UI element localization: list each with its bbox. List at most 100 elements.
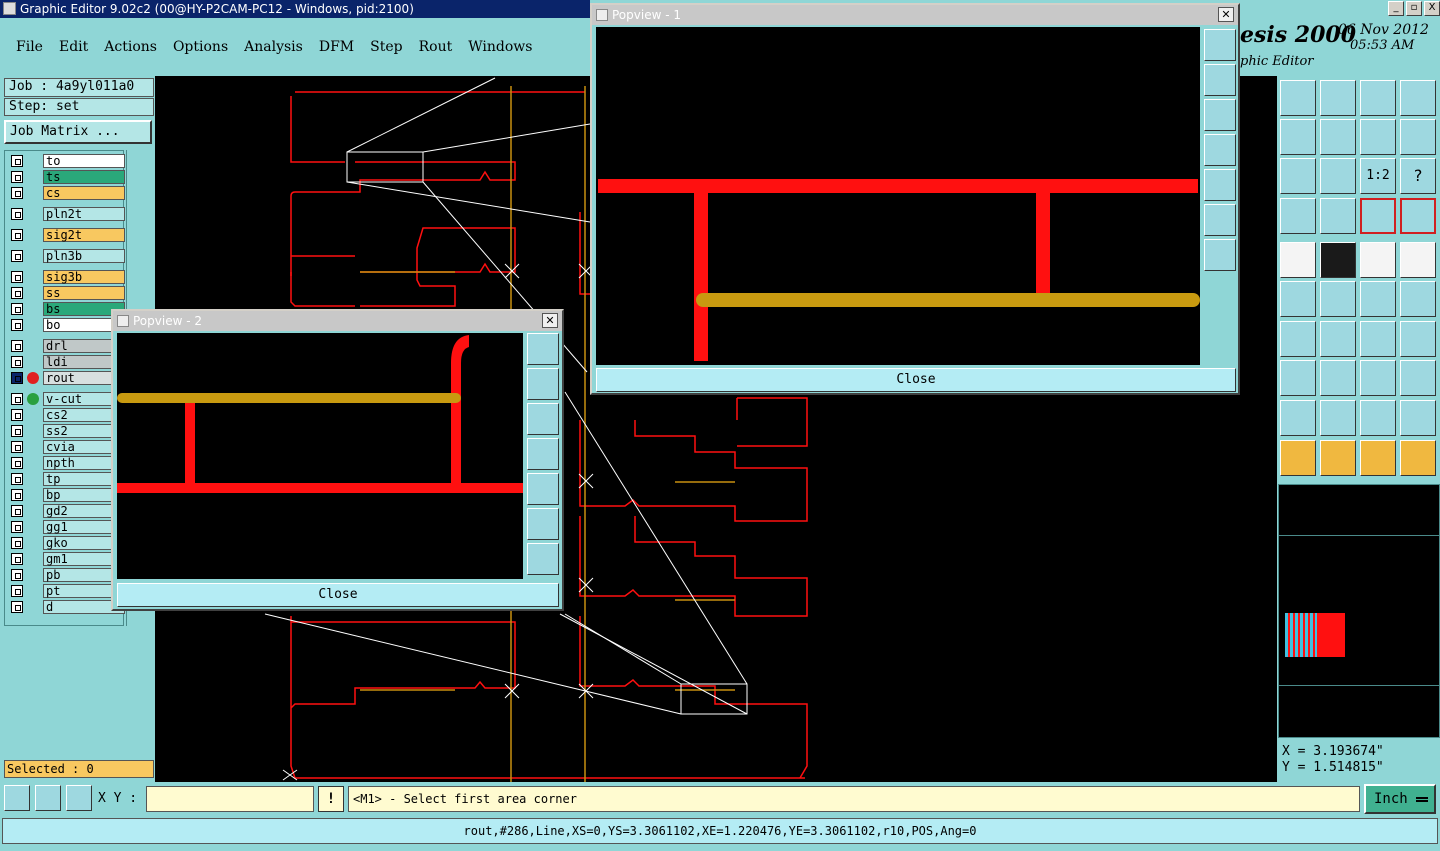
layer-row-ldi[interactable]: ldi [9,355,125,369]
pv2-pan-right-icon[interactable] [527,473,559,505]
pan-left-icon[interactable] [1280,119,1316,155]
layer-checkbox[interactable] [11,441,23,453]
zoom-1-1-icon[interactable]: 1:2 [1360,158,1396,194]
triangle-2-icon[interactable] [1320,400,1356,436]
layer-row-cvia[interactable]: cvia [9,440,125,454]
layer-checkbox[interactable] [11,372,23,384]
close-window-button[interactable]: X [1424,1,1440,16]
restore-button[interactable]: ▫ [1406,1,1422,16]
layer-checkbox[interactable] [11,537,23,549]
layer-row-rout[interactable]: rout [9,371,125,385]
zoom-fit-icon[interactable] [1280,158,1316,194]
layer-checkbox[interactable] [11,409,23,421]
layer-row-cs[interactable]: cs [9,186,125,200]
overview-map[interactable] [1278,484,1440,738]
layer-row-to[interactable]: to [9,154,125,168]
layer-row-pln2t[interactable]: pln2t [9,207,125,221]
zoom-center-icon[interactable] [1320,158,1356,194]
layer-row-drl[interactable]: drl [9,339,125,353]
pointer-icon[interactable] [1280,440,1316,476]
layer-checkbox[interactable] [11,319,23,331]
layer-checkbox[interactable] [11,229,23,241]
layer-row-pb[interactable]: pb [9,568,125,582]
arc-icon[interactable] [1360,321,1396,357]
pv1-zoom-in-icon[interactable] [1204,204,1236,236]
units-selector[interactable]: Inch [1364,784,1436,814]
menu-dfm[interactable]: DFM [319,39,354,55]
pv2-zoom-out-icon[interactable] [527,543,559,575]
layer-row-bo[interactable]: bo [9,318,125,332]
menu-actions[interactable]: Actions [104,39,157,55]
layer-checkbox[interactable] [11,271,23,283]
popview-1-close-button[interactable]: Close [596,368,1236,392]
layer-row-tp[interactable]: tp [9,472,125,486]
layer-row-v-cut[interactable]: v-cut [9,392,125,406]
layer-row-sig3b[interactable]: sig3b [9,270,125,284]
pv1-pan-right-icon[interactable] [1204,169,1236,201]
pan-right-icon[interactable] [1320,119,1356,155]
menu-rout[interactable]: Rout [419,39,453,55]
layers-toggle-2-icon[interactable] [1400,198,1436,234]
layer-row-cs2[interactable]: cs2 [9,408,125,422]
layer-checkbox[interactable] [11,155,23,167]
layer-row-npth[interactable]: npth [9,456,125,470]
layer-checkbox[interactable] [11,171,23,183]
menu-options[interactable]: Options [173,39,228,55]
pv2-pan-left-icon[interactable] [527,438,559,470]
mirror-icon[interactable] [1400,321,1436,357]
layer-checkbox[interactable] [11,208,23,220]
redraw-icon[interactable] [1360,119,1396,155]
alert-icon[interactable]: ! [318,786,344,812]
measure-tool-icon[interactable] [35,785,61,811]
triangle-4-icon[interactable] [1400,400,1436,436]
layer-checkbox[interactable] [11,585,23,597]
layer-checkbox[interactable] [11,303,23,315]
stretch-icon[interactable] [1360,360,1396,396]
triangle-icon[interactable] [1280,400,1316,436]
layer-checkbox[interactable] [11,340,23,352]
layers-toggle-icon[interactable] [1360,198,1396,234]
layer-checkbox[interactable] [11,505,23,517]
route-icon[interactable] [1400,440,1436,476]
triangle-3-icon[interactable] [1360,400,1396,436]
layer-checkbox[interactable] [11,187,23,199]
zoom-home-icon[interactable] [1280,80,1316,116]
measure-icon[interactable] [1320,242,1356,278]
move-icon[interactable] [1280,360,1316,396]
pv2-zoom-in-icon[interactable] [527,508,559,540]
layer-checkbox[interactable] [11,393,23,405]
layer-checkbox[interactable] [11,553,23,565]
pv1-zoom-icon[interactable] [1204,29,1236,61]
add-line-2-icon[interactable] [1400,281,1436,317]
home-icon[interactable] [1360,80,1396,116]
popview-2-canvas[interactable] [117,333,523,579]
layer-checkbox[interactable] [11,425,23,437]
grid-icon[interactable] [1320,198,1356,234]
popview-1-close-icon[interactable]: ✕ [1218,7,1234,22]
xy-input[interactable] [146,786,314,812]
minimize-button[interactable]: _ [1388,1,1404,16]
pointer-box-icon[interactable] [1320,440,1356,476]
layer-checkbox[interactable] [11,356,23,368]
ruler-icon[interactable] [1360,242,1396,278]
add-line-icon[interactable] [1360,281,1396,317]
layer-row-gm1[interactable]: gm1 [9,552,125,566]
menu-edit[interactable]: Edit [59,39,88,55]
menu-file[interactable]: File [16,39,43,55]
layer-row-bs[interactable]: bs [9,302,125,316]
menu-windows[interactable]: Windows [468,39,532,55]
layer-row-ss[interactable]: ss [9,286,125,300]
layer-checkbox[interactable] [11,489,23,501]
pv2-pan-up-icon[interactable] [527,368,559,400]
split-view-icon[interactable] [1400,80,1436,116]
pad-icon[interactable] [1400,242,1436,278]
angle-icon[interactable] [1280,321,1316,357]
layer-row-pt[interactable]: pt [9,584,125,598]
layer-row-sig2t[interactable]: sig2t [9,228,125,242]
layer-checkbox[interactable] [11,287,23,299]
pv1-pan-left-icon[interactable] [1204,134,1236,166]
layer-row-ts[interactable]: ts [9,170,125,184]
popview-2-close-icon[interactable]: ✕ [542,313,558,328]
layer-checkbox[interactable] [11,457,23,469]
layer-row-pln3b[interactable]: pln3b [9,249,125,263]
